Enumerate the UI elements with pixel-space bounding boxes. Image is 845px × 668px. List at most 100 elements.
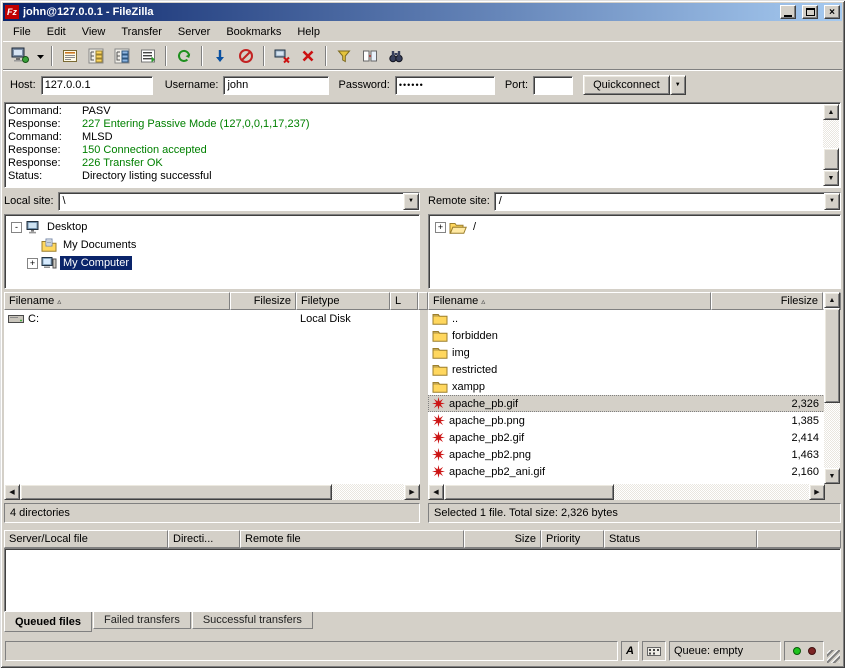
menu-item-bookmarks[interactable]: Bookmarks xyxy=(218,24,289,40)
tree-item-my-documents[interactable]: My Documents xyxy=(5,236,419,254)
toggle-remote-treeview-button[interactable] xyxy=(110,44,134,68)
title-bar[interactable]: Fz john@127.0.0.1 - FileZilla × xyxy=(3,3,842,21)
tree-item-my-computer[interactable]: +My Computer xyxy=(5,254,419,272)
remote-directory-tree: +/ xyxy=(428,214,841,289)
file-row-apache-pb-gif[interactable]: apache_pb.gif2,326 xyxy=(428,395,825,412)
scroll-right-button[interactable]: ▶ xyxy=(404,484,420,500)
menu-item-transfer[interactable]: Transfer xyxy=(113,24,170,40)
column-header-filename[interactable]: Filename▵ xyxy=(4,292,230,310)
resize-grip[interactable] xyxy=(827,650,840,663)
file-row-apache-pb2-ani-gif[interactable]: apache_pb2_ani.gif2,160 xyxy=(428,463,825,480)
scrollbar-thumb[interactable] xyxy=(824,308,840,403)
file-row-apache-pb2-gif[interactable]: apache_pb2.gif2,414 xyxy=(428,429,825,446)
abort-button[interactable] xyxy=(296,44,320,68)
refresh-button[interactable] xyxy=(172,44,196,68)
username-input[interactable] xyxy=(223,76,329,95)
scroll-up-button[interactable]: ▲ xyxy=(824,292,840,308)
file-row-xampp[interactable]: xampp xyxy=(428,378,825,395)
file-row-img[interactable]: img xyxy=(428,344,825,361)
expand-icon[interactable]: + xyxy=(27,258,38,269)
column-header-size[interactable]: Size xyxy=(464,530,541,548)
cancel-operation-button[interactable] xyxy=(234,44,258,68)
scroll-down-button[interactable]: ▼ xyxy=(823,170,839,186)
menu-item-view[interactable]: View xyxy=(74,24,114,40)
remote-site-combo[interactable]: / ▼ xyxy=(494,192,841,211)
menu-item-help[interactable]: Help xyxy=(289,24,328,40)
scroll-left-button[interactable]: ◀ xyxy=(428,484,444,500)
scrollbar-thumb[interactable] xyxy=(823,148,839,170)
column-header-filesize[interactable]: Filesize xyxy=(711,292,823,310)
column-header-filename[interactable]: Filename▵ xyxy=(428,292,711,310)
toggle-local-treeview-button[interactable] xyxy=(84,44,108,68)
file-row-apache-pb2-png[interactable]: apache_pb2.png1,463 xyxy=(428,446,825,463)
column-header-status[interactable]: Status xyxy=(604,530,757,548)
process-queue-button[interactable] xyxy=(208,44,232,68)
local-site-combo[interactable]: \ ▼ xyxy=(58,192,420,211)
tree-item-desktop[interactable]: -Desktop xyxy=(5,218,419,236)
local-site-row: Local site: \ ▼ xyxy=(4,191,420,211)
remote-list-vertical-scrollbar[interactable]: ▲ ▼ xyxy=(824,292,840,484)
tree-label: / xyxy=(470,220,479,234)
tab-queued-files[interactable]: Queued files xyxy=(4,612,92,632)
scrollbar-track[interactable] xyxy=(20,484,404,500)
log-line: Response:227 Entering Passive Mode (127,… xyxy=(8,118,820,131)
message-log-vertical-scrollbar[interactable]: ▲ ▼ xyxy=(823,104,839,186)
maximize-button[interactable] xyxy=(802,5,818,19)
file-row-item[interactable]: .. xyxy=(428,310,825,327)
toggle-transfer-queue-button[interactable] xyxy=(136,44,160,68)
menu-item-file[interactable]: File xyxy=(5,24,39,40)
scrollbar-thumb[interactable] xyxy=(444,484,614,500)
local-site-dropdown-button[interactable]: ▼ xyxy=(403,193,419,210)
file-row-restricted[interactable]: restricted xyxy=(428,361,825,378)
column-header-priority[interactable]: Priority xyxy=(541,530,604,548)
transfer-type-indicator[interactable]: A xyxy=(621,641,639,661)
tab-successful-transfers[interactable]: Successful transfers xyxy=(192,612,313,629)
expand-icon[interactable]: + xyxy=(435,222,446,233)
toggle-message-log-button[interactable] xyxy=(58,44,82,68)
filter-button[interactable] xyxy=(332,44,356,68)
close-button[interactable]: × xyxy=(824,5,840,19)
column-header-directi[interactable]: Directi... xyxy=(168,530,240,548)
disconnect-button[interactable] xyxy=(270,44,294,68)
scrollbar-thumb[interactable] xyxy=(20,484,332,500)
scroll-down-button[interactable]: ▼ xyxy=(824,468,840,484)
password-input[interactable] xyxy=(395,76,495,95)
site-manager-button[interactable] xyxy=(8,44,32,68)
quickconnect-dropdown-button[interactable]: ▼ xyxy=(670,75,686,95)
collapse-icon[interactable]: - xyxy=(11,222,22,233)
find-files-button[interactable] xyxy=(384,44,408,68)
tab-failed-transfers[interactable]: Failed transfers xyxy=(93,612,191,629)
file-row-forbidden[interactable]: forbidden xyxy=(428,327,825,344)
column-header-filetype[interactable]: Filetype xyxy=(296,292,390,310)
scroll-up-button[interactable]: ▲ xyxy=(823,104,839,120)
transfer-queue-list[interactable] xyxy=(4,548,841,612)
file-row-apache-pb-png[interactable]: apache_pb.png 1,385 xyxy=(428,412,825,429)
column-header-l[interactable]: L xyxy=(390,292,418,310)
site-manager-icon xyxy=(11,47,29,64)
remote-list-horizontal-scrollbar[interactable]: ◀ ▶ xyxy=(428,484,825,500)
scroll-right-button[interactable]: ▶ xyxy=(809,484,825,500)
host-input[interactable] xyxy=(41,76,153,95)
file-row-c[interactable]: C:Local Disk xyxy=(4,310,420,327)
column-header-filesize[interactable]: Filesize xyxy=(230,292,296,310)
tree-item-item[interactable]: +/ xyxy=(429,218,840,236)
menu-item-edit[interactable]: Edit xyxy=(39,24,74,40)
menu-item-server[interactable]: Server xyxy=(170,24,218,40)
file-name: apache_pb.png xyxy=(449,415,525,427)
binary-mode-icon[interactable] xyxy=(642,641,666,661)
scrollbar-track[interactable] xyxy=(824,308,840,468)
scrollbar-track[interactable] xyxy=(823,120,839,170)
quickconnect-button[interactable]: Quickconnect xyxy=(583,75,670,95)
scrollbar-track[interactable] xyxy=(444,484,809,500)
file-size: 1,385 xyxy=(711,412,823,429)
window-title: john@127.0.0.1 - FileZilla xyxy=(23,6,774,18)
site-manager-dropdown-button[interactable] xyxy=(34,44,46,68)
minimize-button[interactable] xyxy=(780,5,796,19)
column-header-remote-file[interactable]: Remote file xyxy=(240,530,464,548)
local-list-horizontal-scrollbar[interactable]: ◀ ▶ xyxy=(4,484,420,500)
compare-directories-button[interactable] xyxy=(358,44,382,68)
column-header-server-local-file[interactable]: Server/Local file xyxy=(4,530,168,548)
scroll-left-button[interactable]: ◀ xyxy=(4,484,20,500)
remote-site-dropdown-button[interactable]: ▼ xyxy=(824,193,840,210)
port-input[interactable] xyxy=(533,76,573,95)
